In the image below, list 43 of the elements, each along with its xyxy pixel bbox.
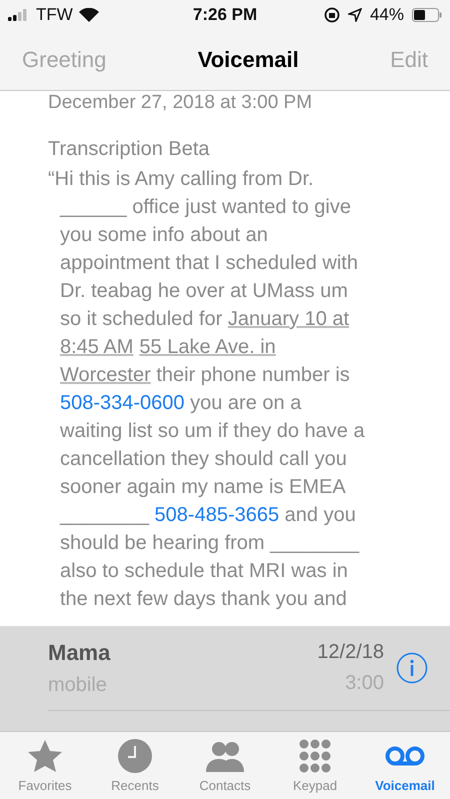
transcript-text: and you [284, 504, 356, 526]
transcript-text: ______ office just wanted to give [60, 196, 351, 218]
date-link[interactable]: 8:45 AM [60, 336, 134, 358]
transcript-text: appointment that I scheduled with [60, 252, 358, 274]
transcript-text: ________ [60, 504, 150, 526]
nav-title: Voicemail [198, 47, 299, 73]
phone-link[interactable]: 508-485-3665 [154, 504, 280, 526]
caller-name: Mama [48, 640, 112, 666]
address-link[interactable]: 55 Lake Ave. in [139, 336, 276, 358]
battery-percent: 44% [370, 5, 404, 25]
tab-item[interactable]: Voicemail [360, 732, 450, 799]
tab-item[interactable]: Favorites [0, 732, 90, 799]
transcript-text: cancellation they should call you [60, 448, 347, 470]
address-link[interactable]: Worcester [60, 364, 151, 386]
transcript-text: “Hi this is Amy calling from Dr. [48, 168, 314, 190]
transcript-text: you some info about an [60, 224, 268, 246]
phone-link[interactable]: 508-334-0600 [60, 392, 185, 414]
tab-item[interactable]: Contacts [180, 732, 270, 799]
transcript-text: Dr. teabag he over at UMass um [60, 280, 348, 302]
transcript-text: waiting list so um if they do have a [60, 420, 365, 442]
edit-button[interactable]: Edit [390, 47, 428, 73]
transcript-text: should be hearing from ________ [60, 532, 360, 554]
transcript-text: their phone number is [155, 364, 350, 386]
transcript-text: sooner again my name is EMEA [60, 476, 346, 498]
transcript-text: so it scheduled for [60, 308, 224, 330]
clock-icon [115, 738, 155, 774]
status-time: 7:26 PM [192, 5, 258, 25]
transcript-text: also to schedule that MRI was in [60, 560, 348, 582]
transcript-text: you are on a [189, 392, 302, 414]
carrier-name: TFW [36, 5, 73, 25]
message-date: December 27, 2018 at 3:00 PM [48, 91, 314, 115]
battery-icon [412, 8, 442, 22]
tab-item[interactable]: Recents [90, 732, 180, 799]
tab-item[interactable]: Keypad [270, 732, 360, 799]
info-icon[interactable] [396, 652, 428, 684]
voicemail-date: 12/2/18 [317, 641, 384, 664]
transcription-heading: Transcription Beta [48, 137, 211, 162]
wifi-icon [78, 8, 99, 22]
date-link[interactable]: January 10 at [228, 308, 350, 330]
transcript-text: the next few days thank you and [60, 588, 347, 610]
greeting-button[interactable]: Greeting [22, 47, 106, 73]
location-icon [348, 8, 362, 22]
rotation-lock-icon [324, 7, 340, 23]
